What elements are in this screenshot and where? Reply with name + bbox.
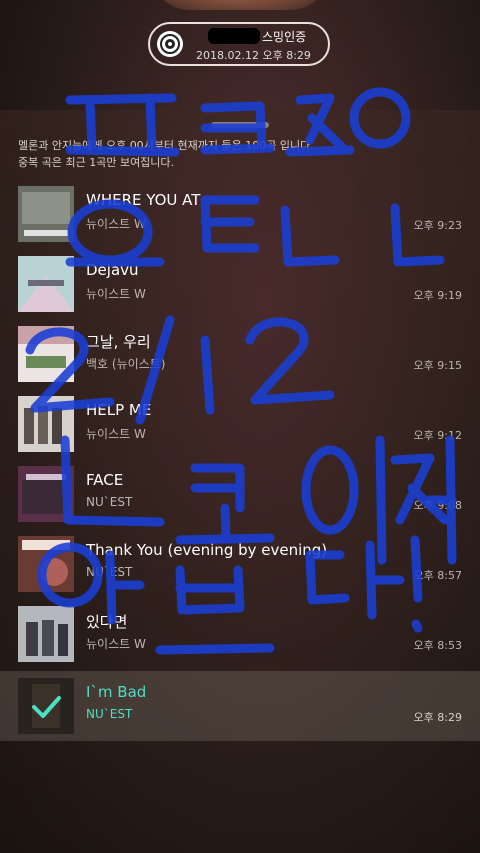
album-cover xyxy=(18,256,74,312)
track-played-time: 오후 8:53 xyxy=(413,639,462,652)
track-artist: 뉴이스트 W xyxy=(86,217,146,231)
redaction-mark xyxy=(208,28,260,44)
track-title: Thank You (evening by evening) xyxy=(86,541,328,559)
auth-datetime: 2018.02.12 오후 8:29 xyxy=(196,49,311,62)
track-row[interactable]: FACE NU`EST 오후 9:08 xyxy=(0,459,480,529)
track-played-time: 오후 9:23 xyxy=(413,219,462,232)
track-artist: NU`EST xyxy=(86,707,133,721)
track-artist: NU`EST xyxy=(86,565,133,579)
album-cover xyxy=(18,326,74,382)
track-artist: 뉴이스트 W xyxy=(86,427,146,441)
track-title: Dejavu xyxy=(86,261,139,279)
check-icon xyxy=(32,696,61,718)
track-title: WHERE YOU AT xyxy=(86,191,201,209)
history-notice: 멜론과 안지능에게 오후 00시부터 현재까지 들은 100곡 입니다. 중복 … xyxy=(18,137,458,171)
disc-icon xyxy=(157,31,183,57)
track-artist: 뉴이스트 W xyxy=(86,637,146,651)
track-row[interactable]: Dejavu 뉴이스트 W 오후 9:19 xyxy=(0,249,480,319)
notice-line-1: 멜론과 안지능에게 오후 00시부터 현재까지 들은 100곡 입니다. xyxy=(18,139,314,152)
track-title: 있다면 xyxy=(86,613,128,631)
play-history-sheet: 멜론과 안지능에게 오후 00시부터 현재까지 들은 100곡 입니다. 중복 … xyxy=(0,110,480,853)
drag-handle[interactable] xyxy=(211,122,269,128)
album-cover xyxy=(18,606,74,662)
album-cover xyxy=(18,396,74,452)
track-title: HELP ME xyxy=(86,401,152,419)
album-art-background xyxy=(150,0,330,10)
track-played-time: 오후 9:15 xyxy=(413,359,462,372)
track-row[interactable]: 그날, 우리 백호 (뉴이스트) 오후 9:15 xyxy=(0,319,480,389)
track-title: 그날, 우리 xyxy=(86,333,151,351)
notice-line-2: 중복 곡은 최근 1곡만 보여집니다. xyxy=(18,156,175,169)
streaming-auth-badge: 스밍인증 2018.02.12 오후 8:29 xyxy=(148,22,330,66)
track-played-time: 오후 9:12 xyxy=(413,429,462,442)
album-cover xyxy=(18,466,74,522)
track-row[interactable]: 있다면 뉴이스트 W 오후 8:53 xyxy=(0,599,480,669)
auth-title: 스밍인증 xyxy=(262,30,307,44)
selected-overlay xyxy=(18,678,74,734)
track-artist: NU`EST xyxy=(86,495,133,509)
track-played-time: 오후 9:19 xyxy=(413,289,462,302)
track-row[interactable]: Thank You (evening by evening) NU`EST 오후… xyxy=(0,529,480,599)
track-row-selected[interactable]: I`m Bad NU`EST 오후 8:29 xyxy=(0,671,480,741)
track-played-time: 오후 8:29 xyxy=(413,711,462,724)
track-artist: 백호 (뉴이스트) xyxy=(86,357,166,371)
album-cover xyxy=(18,536,74,592)
track-artist: 뉴이스트 W xyxy=(86,287,146,301)
album-cover xyxy=(18,678,74,734)
track-row[interactable]: WHERE YOU AT 뉴이스트 W 오후 9:23 xyxy=(0,179,480,249)
track-row[interactable]: HELP ME 뉴이스트 W 오후 9:12 xyxy=(0,389,480,459)
album-cover xyxy=(18,186,74,242)
track-title: FACE xyxy=(86,471,124,489)
track-title: I`m Bad xyxy=(86,683,147,701)
track-played-time: 오후 9:08 xyxy=(413,499,462,512)
track-played-time: 오후 8:57 xyxy=(413,569,462,582)
